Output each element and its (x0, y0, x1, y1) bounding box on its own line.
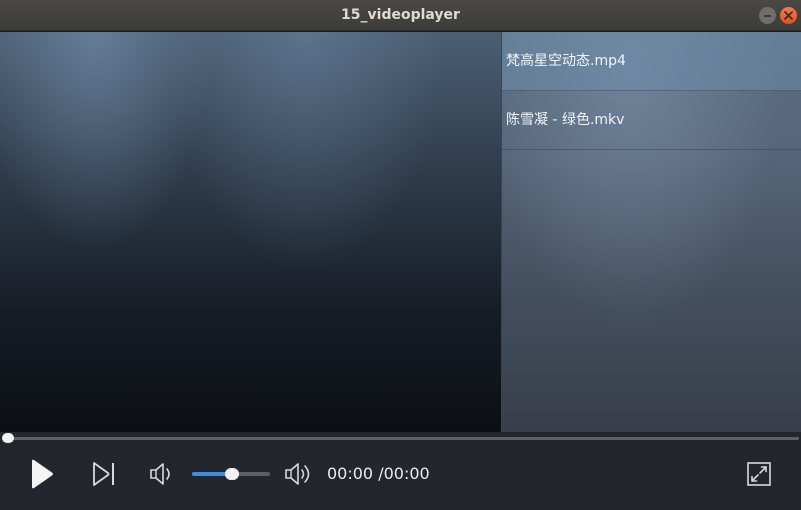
fullscreen-icon (747, 462, 771, 486)
window-title: 15_videoplayer (341, 7, 460, 23)
progress-bar[interactable] (0, 432, 801, 444)
skip-next-icon (93, 462, 114, 486)
volume-handle[interactable] (225, 468, 239, 480)
play-button[interactable] (28, 456, 58, 492)
progress-track[interactable] (4, 437, 799, 440)
fullscreen-button[interactable] (745, 460, 773, 488)
volume-high-icon (285, 463, 310, 485)
minimize-button[interactable] (759, 7, 776, 24)
next-button[interactable] (90, 460, 118, 488)
volume-slider[interactable] (192, 468, 272, 480)
playlist: 梵高星空动态.mp4 陈雪凝 - 绿色.mkv (501, 32, 801, 432)
video-player-window: 15_videoplayer 梵高星空动态.mp4 陈雪凝 - 绿色.mkv 0… (0, 0, 801, 510)
control-bar: 00:00 /00:00 (0, 444, 801, 510)
volume-up-button[interactable] (283, 460, 315, 488)
play-icon (32, 459, 53, 489)
title-bar[interactable]: 15_videoplayer (0, 0, 801, 31)
playlist-item[interactable]: 陈雪凝 - 绿色.mkv (502, 91, 801, 150)
volume-low-icon (150, 463, 170, 485)
volume-down-button[interactable] (148, 460, 178, 488)
close-icon (784, 11, 793, 20)
playlist-item[interactable]: 梵高星空动态.mp4 (502, 32, 801, 91)
close-button[interactable] (780, 7, 797, 24)
time-display: 00:00 /00:00 (327, 464, 430, 483)
video-display[interactable] (0, 32, 501, 432)
progress-handle[interactable] (2, 433, 14, 443)
